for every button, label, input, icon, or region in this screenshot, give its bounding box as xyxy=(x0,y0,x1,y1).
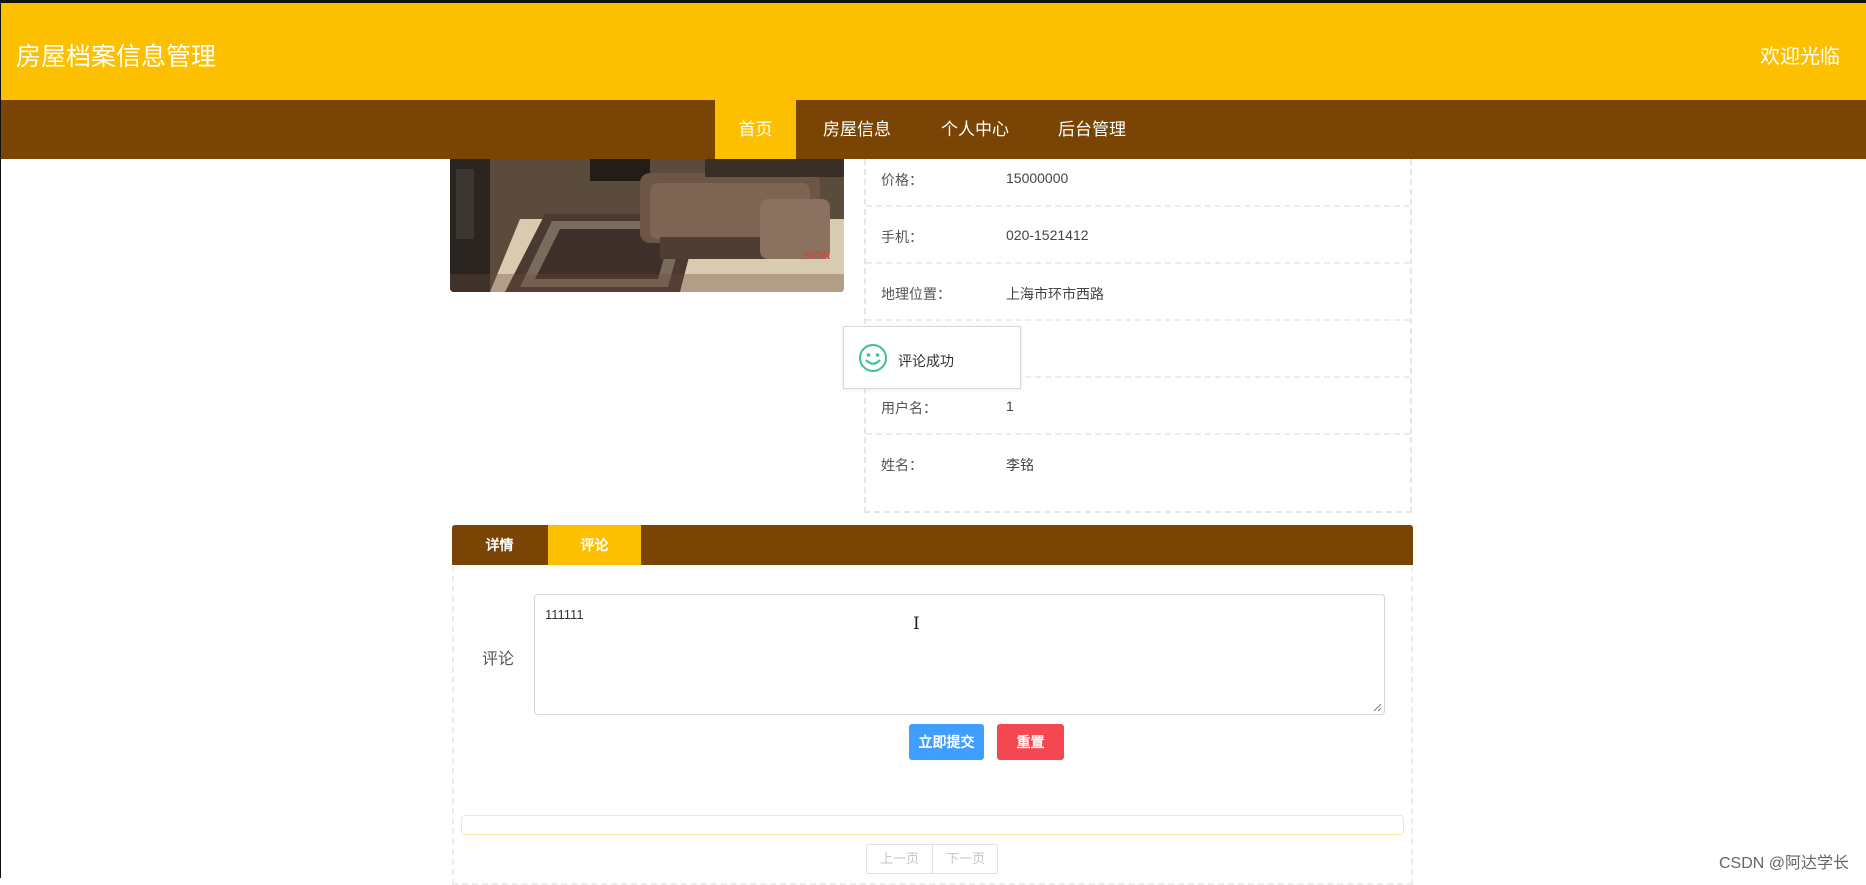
tab-details[interactable]: 详情 xyxy=(452,525,547,565)
info-label: 用户名： xyxy=(881,400,937,416)
site-title: 房屋档案信息管理 xyxy=(16,43,217,71)
welcome-text: 欢迎光临 xyxy=(1760,46,1840,68)
info-row-location: 地理位置： 上海市环市西路 xyxy=(866,262,1410,319)
tab-comments[interactable]: 评论 xyxy=(548,525,641,565)
success-toast: 评论成功 xyxy=(843,326,1021,389)
nav-item-home[interactable]: 首页 xyxy=(715,100,796,159)
info-value: 李铭 xyxy=(1006,457,1034,473)
comment-label: 评论 xyxy=(482,651,515,668)
info-row-name: 姓名： 李铭 xyxy=(866,433,1410,490)
info-value: 020-1521412 xyxy=(1006,227,1089,243)
text-cursor-icon: I xyxy=(913,614,920,634)
living-room-photo-icon: sina xyxy=(450,159,844,292)
house-photo: sina xyxy=(450,159,844,292)
prev-page-button[interactable]: 上一页 xyxy=(867,845,933,873)
nav-item-personal-center[interactable]: 个人中心 xyxy=(930,100,1020,159)
resize-grip-icon[interactable] xyxy=(1373,703,1382,712)
tab-bar: 详情 评论 xyxy=(452,525,1413,565)
info-label: 地理位置： xyxy=(881,286,951,302)
next-page-button[interactable]: 下一页 xyxy=(933,845,998,873)
info-label: 姓名： xyxy=(881,457,923,473)
smile-icon xyxy=(859,344,887,372)
info-row-phone: 手机： 020-1521412 xyxy=(866,205,1410,262)
pagination: 上一页 下一页 xyxy=(866,844,998,874)
info-label: 手机： xyxy=(881,229,923,245)
comment-text: 111111 xyxy=(545,607,584,622)
reset-button[interactable]: 重置 xyxy=(997,724,1064,760)
photo-watermark: sina xyxy=(803,246,831,263)
window-left-edge xyxy=(0,0,1,878)
comment-textarea[interactable]: 111111 xyxy=(534,594,1385,715)
site-header: 房屋档案信息管理 欢迎光临 xyxy=(0,3,1866,100)
main-nav: 首页 房屋信息 个人中心 后台管理 xyxy=(0,100,1866,159)
info-value: 15000000 xyxy=(1006,170,1069,186)
comment-list xyxy=(461,815,1404,835)
toast-message: 评论成功 xyxy=(898,353,954,369)
info-value: 上海市环市西路 xyxy=(1006,286,1104,302)
nav-item-admin[interactable]: 后台管理 xyxy=(1048,100,1136,159)
info-value: 1 xyxy=(1006,398,1014,414)
submit-button[interactable]: 立即提交 xyxy=(909,724,984,760)
nav-item-house-info[interactable]: 房屋信息 xyxy=(814,100,900,159)
info-label: 价格： xyxy=(881,172,923,188)
csdn-watermark: CSDN @阿达学长 xyxy=(1718,855,1849,872)
